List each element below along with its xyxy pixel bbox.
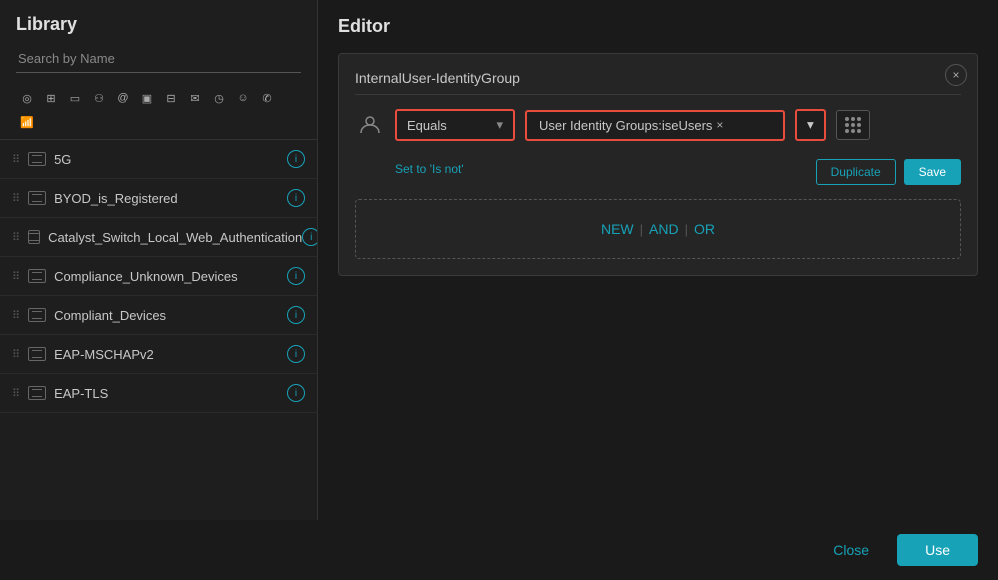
monitor2-icon[interactable]: ⊟ [160,87,182,109]
is-not-link[interactable]: Set to 'Is not' [395,162,464,176]
close-icon[interactable]: × [945,64,967,86]
item-label: Catalyst_Switch_Local_Web_Authentication [48,230,302,245]
drag-handle-icon: ⠿ [12,153,20,166]
user-icon [355,110,385,140]
mail-icon[interactable]: ✉ [184,87,206,109]
list-item[interactable]: ⠿ EAP-MSCHAPv2 i [0,335,317,374]
item-type-icon [28,152,46,166]
list-item[interactable]: ⠿ Catalyst_Switch_Local_Web_Authenticati… [0,218,317,257]
item-type-icon [28,230,40,244]
item-label: Compliant_Devices [54,308,287,323]
editor-card: × InternalUser-IdentityGroup Equals ▾ Us… [338,53,978,276]
use-button[interactable]: Use [897,534,978,566]
operator-label: Equals [407,118,490,133]
item-type-icon [28,347,46,361]
time-icon[interactable]: ◷ [208,87,230,109]
grid-dots-icon [845,117,861,133]
sidebar-list: ⠿ 5G i ⠿ BYOD_is_Registered i ⠿ Catalyst… [0,140,317,520]
sidebar-header: Library [0,0,317,81]
duplicate-button[interactable]: Duplicate [816,159,896,185]
info-icon[interactable]: i [302,228,317,246]
sidebar: Library ◎ ⊞ ▭ ⚇ @ ▣ ⊟ ✉ ◷ ☺ ✆ 📶 ⠿ 5G i [0,0,318,520]
list-item[interactable]: ⠿ BYOD_is_Registered i [0,179,317,218]
divider-1: | [640,222,643,237]
close-button[interactable]: Close [817,534,885,566]
drag-handle-icon: ⠿ [12,309,20,322]
editor-title: Editor [338,16,978,37]
list-item[interactable]: ⠿ Compliant_Devices i [0,296,317,335]
info-icon[interactable]: i [287,306,305,324]
item-label: Compliance_Unknown_Devices [54,269,287,284]
or-link[interactable]: OR [694,221,715,237]
item-label: 5G [54,152,287,167]
info-icon[interactable]: i [287,189,305,207]
new-link[interactable]: NEW [601,221,634,237]
list-item[interactable]: ⠿ 5G i [0,140,317,179]
drag-handle-icon: ⠿ [12,192,20,205]
face-icon[interactable]: ☺ [232,87,254,109]
info-icon[interactable]: i [287,267,305,285]
condition-builder: NEW | AND | OR [355,199,961,259]
item-label: BYOD_is_Registered [54,191,287,206]
and-link[interactable]: AND [649,221,679,237]
operator-chevron-icon: ▾ [496,117,503,133]
info-icon[interactable]: i [287,384,305,402]
divider-2: | [685,222,688,237]
drag-handle-icon: ⠿ [12,231,20,244]
info-icon[interactable]: i [287,345,305,363]
action-buttons: Duplicate Save [816,159,961,185]
item-type-icon [28,269,46,283]
editor-panel: Editor × InternalUser-IdentityGroup Equa… [318,0,998,520]
icon-toolbar: ◎ ⊞ ▭ ⚇ @ ▣ ⊟ ✉ ◷ ☺ ✆ 📶 [0,81,317,140]
group-icon[interactable]: ⚇ [88,87,110,109]
tag-text: User Identity Groups:iseUsers [539,118,712,133]
save-button[interactable]: Save [904,159,961,185]
monitor-icon[interactable]: ▣ [136,87,158,109]
search-input[interactable] [16,45,301,73]
list-item[interactable]: ⠿ Compliance_Unknown_Devices i [0,257,317,296]
item-label: EAP-MSCHAPv2 [54,347,287,362]
sidebar-title: Library [16,14,301,35]
grid-view-button[interactable] [836,110,870,140]
location-icon[interactable]: ◎ [16,87,38,109]
footer: Close Use [0,520,998,580]
item-type-icon [28,308,46,322]
grid-icon[interactable]: ⊞ [40,87,62,109]
item-label: EAP-TLS [54,386,287,401]
square-icon[interactable]: ▭ [64,87,86,109]
at-icon[interactable]: @ [112,87,134,109]
operator-select[interactable]: Equals ▾ [395,109,515,141]
item-type-icon [28,191,46,205]
phone-icon[interactable]: ✆ [256,87,278,109]
drag-handle-icon: ⠿ [12,348,20,361]
condition-row: Equals ▾ User Identity Groups:iseUsers ×… [355,109,961,141]
value-tag: User Identity Groups:iseUsers × [535,116,727,135]
list-item[interactable]: ⠿ EAP-TLS i [0,374,317,413]
rule-name: InternalUser-IdentityGroup [355,70,961,95]
info-icon[interactable]: i [287,150,305,168]
value-tag-container: User Identity Groups:iseUsers × [525,110,785,141]
wifi-icon[interactable]: 📶 [16,111,38,133]
drag-handle-icon: ⠿ [12,387,20,400]
tag-remove-icon[interactable]: × [716,118,723,132]
item-type-icon [28,386,46,400]
value-dropdown-button[interactable]: ▾ [795,109,826,141]
drag-handle-icon: ⠿ [12,270,20,283]
